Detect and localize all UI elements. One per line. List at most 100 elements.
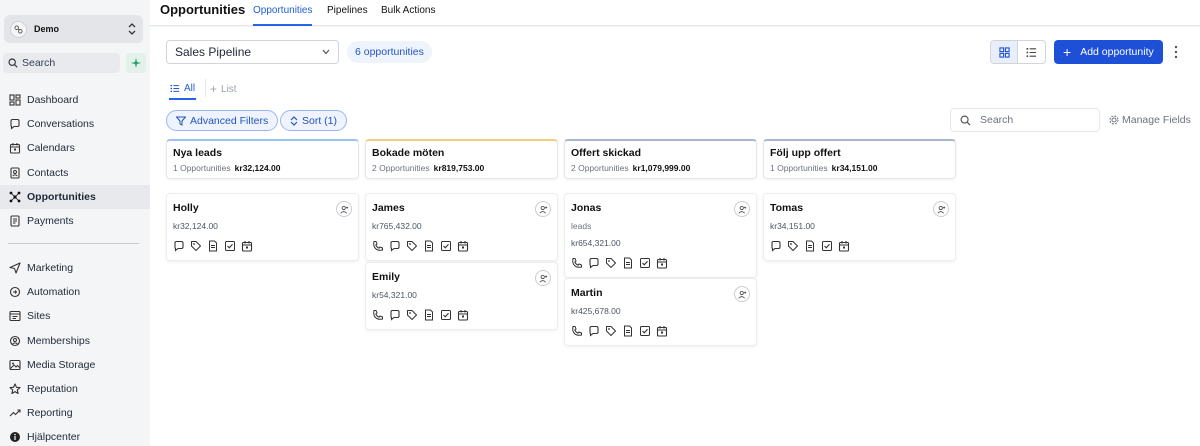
advanced-filters-label: Advanced Filters — [190, 114, 269, 127]
pipeline-stage-header: Nya leads 1 Opportunities kr32,124.00 — [166, 139, 359, 179]
sidebar-item-reporting[interactable]: Reporting — [0, 401, 150, 425]
calendar-icon[interactable] — [656, 257, 668, 269]
phone-icon[interactable] — [372, 240, 384, 252]
card-actions — [770, 240, 949, 252]
calendar-icon[interactable] — [838, 240, 850, 252]
search-icon — [8, 58, 18, 68]
note-icon[interactable] — [622, 257, 634, 269]
manage-fields-button[interactable]: Manage Fields — [1109, 114, 1191, 126]
note-icon[interactable] — [207, 240, 219, 252]
sidebar-item-memberships[interactable]: Memberships — [0, 329, 150, 353]
add-opportunity-button[interactable]: + Add opportunity — [1054, 40, 1163, 64]
user-add-icon — [737, 290, 746, 299]
sidebar-item-conversations[interactable]: Conversations — [0, 112, 150, 136]
sidebar-item-payments[interactable]: Payments — [0, 209, 150, 233]
assign-user-button[interactable] — [336, 201, 352, 217]
task-icon[interactable] — [821, 240, 833, 252]
phone-icon[interactable] — [571, 257, 583, 269]
view-tab-all[interactable]: All — [169, 78, 197, 100]
tab-bulk-actions[interactable]: Bulk Actions — [381, 5, 435, 26]
calendar-icon[interactable] — [457, 240, 469, 252]
sidebar-item-label: Reporting — [27, 407, 73, 420]
sidebar-item-label: Media Storage — [27, 358, 96, 371]
assign-user-button[interactable] — [933, 201, 949, 217]
assign-user-button[interactable] — [535, 270, 551, 286]
stage-total: kr34,151.00 — [831, 163, 878, 173]
assign-user-button[interactable] — [734, 286, 750, 302]
sidebar-item-media-storage[interactable]: Media Storage — [0, 353, 150, 377]
assign-user-button[interactable] — [535, 201, 551, 217]
automation-icon — [9, 287, 21, 298]
task-icon[interactable] — [639, 325, 651, 337]
opportunity-card[interactable]: Jonas leads kr654,321.00 — [564, 193, 757, 278]
board-search-input[interactable]: Search — [950, 108, 1100, 132]
chat-icon[interactable] — [173, 240, 185, 252]
phone-icon[interactable] — [571, 325, 583, 337]
tag-icon[interactable] — [787, 240, 799, 252]
task-icon[interactable] — [440, 240, 452, 252]
ai-assist-button[interactable] — [126, 53, 146, 73]
sidebar-item-contacts[interactable]: Contacts — [0, 161, 150, 185]
tag-icon[interactable] — [190, 240, 202, 252]
note-icon[interactable] — [804, 240, 816, 252]
sidebar-item-dashboard[interactable]: Dashboard — [0, 88, 150, 112]
opportunity-card[interactable]: Holly kr32,124.00 — [166, 193, 359, 261]
tag-icon[interactable] — [406, 309, 418, 321]
note-icon[interactable] — [423, 309, 435, 321]
account-avatar-icon — [10, 20, 27, 38]
sidebar-item-sites[interactable]: Sites — [0, 304, 150, 328]
plus-icon: + — [210, 82, 218, 96]
tag-icon[interactable] — [605, 325, 617, 337]
calendar-icon[interactable] — [457, 309, 469, 321]
sort-button[interactable]: Sort (1) — [280, 110, 348, 131]
sidebar-search[interactable]: Search — [3, 53, 120, 73]
stage-total: kr1,079,999.00 — [632, 163, 691, 173]
task-icon[interactable] — [639, 257, 651, 269]
pipeline-select[interactable]: Sales Pipeline — [166, 40, 339, 64]
calendar-icon[interactable] — [241, 240, 253, 252]
tab-opportunities[interactable]: Opportunities — [253, 5, 313, 26]
sidebar-item-hjälpcenter[interactable]: Hjälpcenter — [0, 425, 150, 446]
tag-icon[interactable] — [406, 240, 418, 252]
stage-count: 2 Opportunities — [571, 163, 629, 173]
opportunity-card[interactable]: James kr765,432.00 — [365, 193, 558, 261]
opportunity-card[interactable]: Emily kr54,321.00 — [365, 262, 558, 330]
chat-icon[interactable] — [588, 325, 600, 337]
tab-pipelines[interactable]: Pipelines — [327, 5, 368, 26]
sidebar-item-label: Memberships — [27, 334, 91, 347]
sidebar-item-label: Dashboard — [27, 94, 79, 106]
card-value: kr425,678.00 — [571, 306, 621, 316]
more-options-icon[interactable] — [1172, 43, 1180, 61]
contacts-icon — [10, 167, 20, 179]
chat-icon[interactable] — [770, 240, 782, 252]
task-icon[interactable] — [440, 309, 452, 321]
chat-icon[interactable] — [588, 257, 600, 269]
sidebar-item-marketing[interactable]: Marketing — [0, 256, 150, 280]
stage-name: Följ upp offert — [770, 147, 841, 159]
opportunity-card[interactable]: Tomas kr34,151.00 — [763, 193, 956, 261]
user-add-icon — [538, 274, 547, 283]
sidebar-item-calendars[interactable]: Calendars — [0, 136, 150, 160]
phone-icon[interactable] — [372, 309, 384, 321]
sidebar-item-automation[interactable]: Automation — [0, 280, 150, 304]
grid-view-button[interactable] — [991, 41, 1019, 63]
sidebar-item-reputation[interactable]: Reputation — [0, 377, 150, 401]
list-view-button[interactable] — [1018, 41, 1045, 63]
note-icon[interactable] — [622, 325, 634, 337]
task-icon[interactable] — [224, 240, 236, 252]
view-tab-list[interactable]: + List — [210, 78, 237, 100]
chat-icon[interactable] — [389, 309, 401, 321]
tag-icon[interactable] — [605, 257, 617, 269]
assign-user-button[interactable] — [734, 201, 750, 217]
calendar-icon[interactable] — [656, 325, 668, 337]
chat-icon[interactable] — [389, 240, 401, 252]
opportunity-card[interactable]: Martin kr425,678.00 — [564, 278, 757, 346]
card-value: kr32,124.00 — [173, 221, 218, 231]
sort-icon — [290, 115, 298, 126]
note-icon[interactable] — [423, 240, 435, 252]
dashboard-icon — [9, 94, 21, 106]
sidebar-item-opportunities[interactable]: Opportunities — [0, 184, 150, 209]
account-switcher[interactable]: Demo — [4, 15, 143, 43]
sidebar-divider — [8, 243, 139, 244]
advanced-filters-button[interactable]: Advanced Filters — [166, 110, 279, 131]
